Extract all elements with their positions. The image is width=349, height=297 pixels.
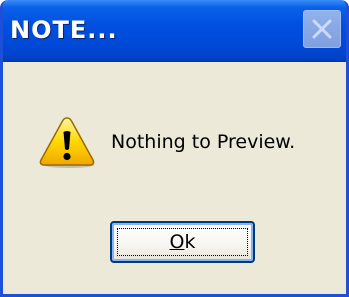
ok-button[interactable]: Ok: [110, 221, 255, 263]
dialog-window: NOTE... Nothing to Preview. Ok: [0, 0, 349, 297]
warning-icon: [39, 117, 95, 168]
close-icon: [312, 19, 332, 39]
window-title: NOTE...: [10, 16, 118, 44]
ok-label-rest: k: [184, 231, 196, 253]
close-button[interactable]: [303, 10, 341, 48]
ok-button-label: Ok: [112, 231, 253, 253]
ok-accelerator-key: O: [169, 231, 185, 253]
dialog-message: Nothing to Preview.: [111, 131, 296, 153]
title-bar[interactable]: NOTE...: [3, 0, 346, 62]
